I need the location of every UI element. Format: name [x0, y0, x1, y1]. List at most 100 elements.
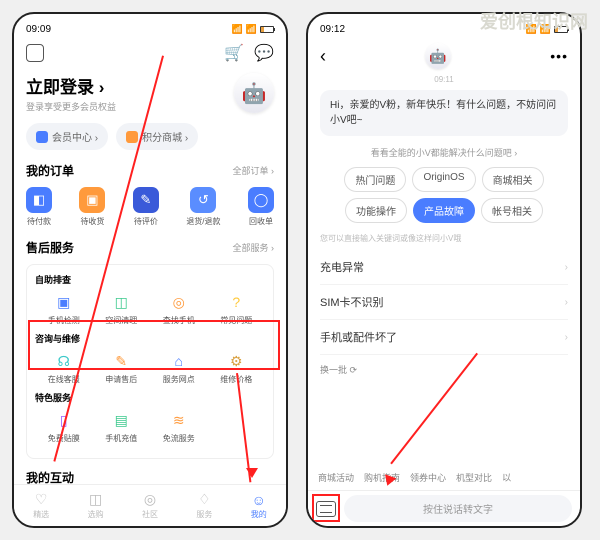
aftersale-more[interactable]: 全部服务 › [233, 241, 275, 254]
nav-featured[interactable]: ♡精选 [33, 491, 49, 520]
chip-function[interactable]: 功能操作 [345, 198, 407, 223]
bot-avatar: 🤖 [425, 43, 451, 69]
status-time: 09:09 [26, 24, 51, 35]
sug-more[interactable]: 以 [502, 471, 511, 484]
refund-icon: ↺ [190, 187, 216, 213]
consult-repair-row: ☊在线客服 ✎申请售后 ⌂服务网点 ⚙维修价格 [35, 351, 265, 385]
aftersale-title: 售后服务 [26, 239, 74, 256]
phone-row: 09:09 📶📶 🛒 💬 立即登录 › 登录享受更多会员权益 🤖 [0, 0, 600, 540]
apply-aftersale[interactable]: ✎申请售后 [93, 351, 151, 385]
login-subtitle: 登录享受更多会员权益 [26, 100, 116, 113]
shop-icon: ◫ [89, 491, 102, 508]
chip-hot[interactable]: 热门问题 [344, 167, 406, 192]
cart-icon[interactable]: 🛒 [224, 43, 244, 63]
avatar[interactable]: 🤖 [234, 73, 274, 113]
orders-header: 我的订单 全部订单 › [26, 162, 274, 179]
detect-icon: ▣ [54, 292, 74, 312]
pills-row: 会员中心 › 积分商城 › [26, 123, 274, 150]
service-icon: ♢ [198, 491, 211, 508]
chip-fault[interactable]: 产品故障 [413, 198, 475, 223]
coin-icon [126, 131, 138, 143]
settings-icon[interactable] [26, 44, 44, 62]
login-row: 立即登录 › 登录享受更多会员权益 🤖 [26, 73, 274, 113]
bottom-nav: ♡精选 ◫选购 ◎社区 ♢服务 ☺我的 [14, 484, 286, 526]
online-service[interactable]: ☊在线客服 [35, 351, 93, 385]
order-recycle[interactable]: ◯回收单 [248, 187, 274, 227]
order-pending-review[interactable]: ✎待评价 [133, 187, 159, 227]
question-list: 充电异常› SIM卡不识别› 手机或配件坏了› [320, 250, 568, 355]
orders-title: 我的订单 [26, 162, 74, 179]
nav-service[interactable]: ♢服务 [196, 491, 212, 520]
empty [208, 410, 266, 444]
nav-community[interactable]: ◎社区 [142, 491, 158, 520]
suggestion-row: 商城活动 购机指南 领券中心 机型对比 以 [308, 465, 580, 490]
box-icon: ▣ [79, 187, 105, 213]
self-check-label: 自助排查 [35, 273, 265, 286]
chip-mall[interactable]: 商城相关 [482, 167, 544, 192]
diamond-icon [36, 131, 48, 143]
input-hint: 您可以直接输入关键词或像这样问小V哦 [320, 233, 568, 244]
wave-icon: ≋ [169, 410, 189, 430]
free-film[interactable]: ▯免费贴膜 [35, 410, 93, 444]
sug-mall-activity[interactable]: 商城活动 [318, 471, 354, 484]
special-service-row: ▯免费贴膜 ▤手机充值 ≋免流服务 [35, 410, 265, 444]
chip-account[interactable]: 帐号相关 [481, 198, 543, 223]
sug-buy-guide[interactable]: 购机指南 [364, 471, 400, 484]
login-button[interactable]: 立即登录 › [26, 73, 116, 98]
keyboard-icon[interactable] [316, 501, 336, 517]
refresh-button[interactable]: 换一批 ⟳ [320, 363, 568, 376]
repair-price[interactable]: ⚙维修价格 [208, 351, 266, 385]
find-phone[interactable]: ◎查找手机 [150, 292, 208, 326]
service-points[interactable]: ⌂服务网点 [150, 351, 208, 385]
q-broken[interactable]: 手机或配件坏了› [320, 320, 568, 355]
heart-icon: ♡ [35, 491, 48, 508]
question-icon: ? [226, 292, 246, 312]
service-box: 自助排查 ▣手机检测 ◫空间清理 ◎查找手机 ?常见问题 咨询与维修 ☊在线客服… [26, 264, 274, 459]
q-sim[interactable]: SIM卡不识别› [320, 285, 568, 320]
nav-shop[interactable]: ◫选购 [88, 491, 104, 520]
nav-mine[interactable]: ☺我的 [251, 492, 267, 520]
edit-icon: ✎ [133, 187, 159, 213]
sug-coupons[interactable]: 领券中心 [410, 471, 446, 484]
consult-repair-label: 咨询与维修 [35, 332, 265, 345]
film-icon: ▯ [54, 410, 74, 430]
aftersale-header: 售后服务 全部服务 › [26, 239, 274, 256]
member-center-pill[interactable]: 会员中心 › [26, 123, 108, 150]
voice-input[interactable]: 按住说话转文字 [344, 495, 572, 522]
headset-icon: ☊ [54, 351, 74, 371]
clean-icon: ◫ [111, 292, 131, 312]
form-icon: ✎ [111, 351, 131, 371]
order-pending-pay[interactable]: ◧待付款 [26, 187, 52, 227]
phone-recharge[interactable]: ▤手机充值 [93, 410, 151, 444]
chip-originos[interactable]: OriginOS [412, 167, 475, 192]
status-time: 09:12 [320, 24, 345, 35]
order-pending-receive[interactable]: ▣待收货 [79, 187, 105, 227]
gear-icon: ⚙ [226, 351, 246, 371]
status-bar: 09:09 📶📶 [26, 24, 274, 35]
more-button[interactable]: ••• [550, 48, 568, 64]
chevron-right-icon: › [565, 262, 568, 273]
location-icon: ⌂ [169, 351, 189, 371]
orders-more[interactable]: 全部订单 › [233, 164, 275, 177]
capability-hint[interactable]: 看看全能的小V都能解决什么问题吧 › [320, 146, 568, 159]
order-refund[interactable]: ↺退货/退款 [186, 187, 220, 227]
recycle-icon: ◯ [248, 187, 274, 213]
points-mall-pill[interactable]: 积分商城 › [116, 123, 198, 150]
top-bar: 🛒 💬 [26, 43, 274, 63]
back-button[interactable]: ‹ [320, 46, 326, 67]
sug-compare[interactable]: 机型对比 [456, 471, 492, 484]
chevron-right-icon: › [565, 297, 568, 308]
input-bar: 按住说话转文字 [308, 490, 580, 526]
space-clean[interactable]: ◫空间清理 [93, 292, 151, 326]
self-check-row: ▣手机检测 ◫空间清理 ◎查找手机 ?常见问题 [35, 292, 265, 326]
timestamp: 09:11 [320, 75, 568, 84]
wallet-icon: ◧ [26, 187, 52, 213]
category-chips: 热门问题 OriginOS 商城相关 功能操作 产品故障 帐号相关 [320, 167, 568, 223]
locate-icon: ◎ [169, 292, 189, 312]
phone-detect[interactable]: ▣手机检测 [35, 292, 93, 326]
q-charge[interactable]: 充电异常› [320, 250, 568, 285]
faq[interactable]: ?常见问题 [208, 292, 266, 326]
message-icon[interactable]: 💬 [254, 43, 274, 63]
watermark: 爱创根知识网 [480, 8, 588, 34]
free-data[interactable]: ≋免流服务 [150, 410, 208, 444]
